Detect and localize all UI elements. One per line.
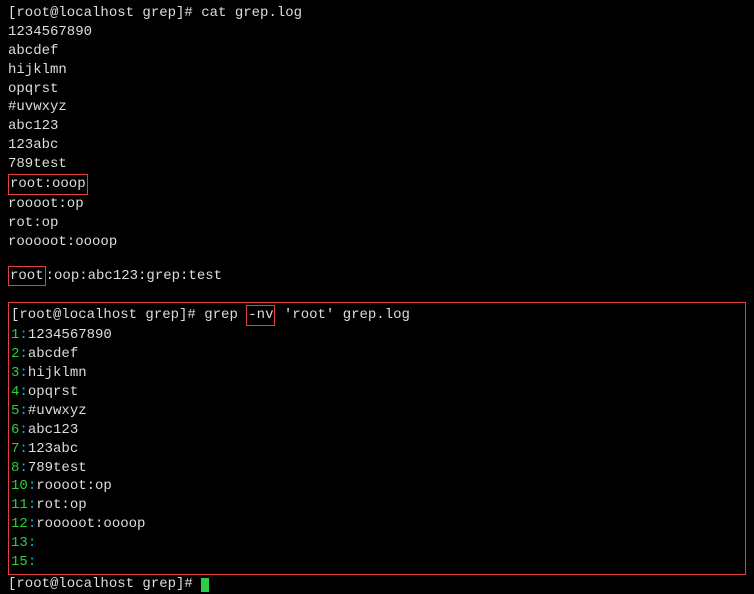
command-post: 'root' grep.log (275, 307, 409, 323)
highlighted-match-1: root:ooop (8, 174, 746, 195)
annotation-box: [root@localhost grep]# grep -nv 'root' g… (8, 302, 746, 574)
line-text: opqrst (28, 384, 78, 400)
output-line: #uvwxyz (8, 98, 746, 117)
match-suffix: :oop:abc123:grep:test (46, 268, 222, 284)
line-text: abcdef (28, 346, 78, 362)
grep-result-line: 15: (11, 553, 743, 572)
separator: : (28, 554, 36, 570)
line-text: 789test (28, 460, 87, 476)
output-line: hijklmn (8, 61, 746, 80)
output-line: rooooot:oooop (8, 233, 746, 252)
output-line: 789test (8, 155, 746, 174)
grep-result-line: 4:opqrst (11, 383, 743, 402)
prompt-line-3[interactable]: [root@localhost grep]# (8, 575, 746, 594)
separator: : (19, 441, 27, 457)
cursor (201, 578, 209, 592)
line-number: 15 (11, 554, 28, 570)
line-text: abc123 (28, 422, 78, 438)
line-text: 123abc (28, 441, 78, 457)
flag-highlight: -nv (246, 305, 275, 326)
grep-result-line: 6:abc123 (11, 421, 743, 440)
grep-result-line: 3:hijklmn (11, 364, 743, 383)
line-text: roooot:op (36, 478, 112, 494)
grep-output: 1:12345678902:abcdef3:hijklmn4:opqrst5:#… (11, 326, 743, 572)
grep-result-line: 2:abcdef (11, 345, 743, 364)
output-line: roooot:op (8, 195, 746, 214)
output-line: rot:op (8, 214, 746, 233)
separator: : (28, 478, 36, 494)
grep-result-line: 8:789test (11, 459, 743, 478)
prompt: [root@localhost grep]# (11, 307, 196, 323)
cat-output: 1234567890abcdefhijklmnopqrst#uvwxyzabc1… (8, 23, 746, 174)
output-line: abc123 (8, 117, 746, 136)
grep-result-line: 7:123abc (11, 440, 743, 459)
line-text: rooooot:oooop (36, 516, 145, 532)
prompt-line-1: [root@localhost grep]# cat grep.log (8, 4, 746, 23)
grep-result-line: 12:rooooot:oooop (11, 515, 743, 534)
separator: : (19, 460, 27, 476)
grep-result-line: 1:1234567890 (11, 326, 743, 345)
terminal-output: [root@localhost grep]# cat grep.log 1234… (8, 4, 746, 594)
output-line: 123abc (8, 136, 746, 155)
prompt-line-2: [root@localhost grep]# grep -nv 'root' g… (11, 305, 743, 326)
highlighted-match-2: root:oop:abc123:grep:test (8, 266, 746, 287)
command-pre: grep (204, 307, 246, 323)
cat-output-continued: roooot:oprot:oprooooot:oooop (8, 195, 746, 252)
separator: : (19, 384, 27, 400)
separator: : (19, 422, 27, 438)
grep-result-line: 11:rot:op (11, 496, 743, 515)
grep-match-box: root:ooop (8, 174, 88, 195)
line-number: 12 (11, 516, 28, 532)
output-line: abcdef (8, 42, 746, 61)
prompt: [root@localhost grep]# (8, 576, 193, 592)
line-text: 1234567890 (28, 327, 112, 343)
line-text: #uvwxyz (28, 403, 87, 419)
line-number: 13 (11, 535, 28, 551)
separator: : (19, 365, 27, 381)
line-text: hijklmn (28, 365, 87, 381)
separator: : (19, 346, 27, 362)
prompt: [root@localhost grep]# (8, 5, 193, 21)
grep-result-line: 13: (11, 534, 743, 553)
output-line: 1234567890 (8, 23, 746, 42)
output-line: opqrst (8, 80, 746, 99)
grep-match-box: root (8, 266, 46, 287)
separator: : (19, 327, 27, 343)
line-number: 10 (11, 478, 28, 494)
command: cat grep.log (201, 5, 302, 21)
separator: : (28, 516, 36, 532)
separator: : (28, 535, 36, 551)
separator: : (19, 403, 27, 419)
grep-result-line: 5:#uvwxyz (11, 402, 743, 421)
grep-result-line: 10:roooot:op (11, 477, 743, 496)
